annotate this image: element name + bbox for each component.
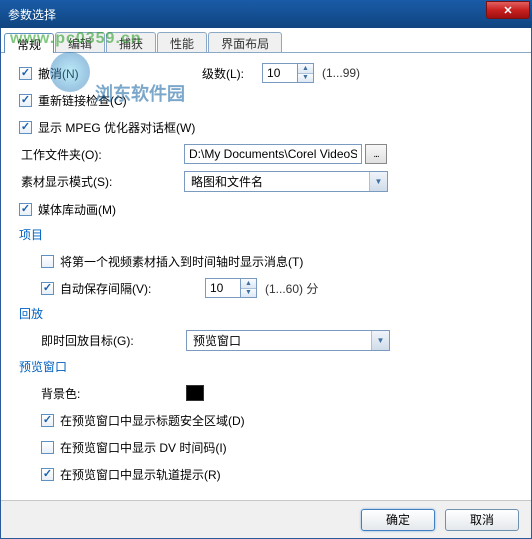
workfolder-label: 工作文件夹(O): xyxy=(19,146,184,163)
trackhint-checkbox[interactable] xyxy=(41,468,54,481)
workfolder-input[interactable] xyxy=(184,144,362,164)
safearea-label: 在预览窗口中显示标题安全区域(D) xyxy=(60,412,245,429)
relink-label: 重新链接检查(C) xyxy=(38,92,127,109)
playback-target-label: 即时回放目标(G): xyxy=(41,332,186,349)
undo-checkbox[interactable] xyxy=(19,67,32,80)
tab-general[interactable]: 常规 xyxy=(4,33,54,53)
trackhint-label: 在预览窗口中显示轨道提示(R) xyxy=(60,466,221,483)
spinner-up-icon[interactable]: ▲ xyxy=(298,64,313,74)
relink-checkbox[interactable] xyxy=(19,94,32,107)
tab-bar: 常规 编辑 捕获 性能 界面布局 xyxy=(1,28,531,53)
insertmsg-label: 将第一个视频素材插入到时间轴时显示消息(T) xyxy=(60,253,303,270)
displaymode-select[interactable]: 略图和文件名 ▼ xyxy=(184,171,388,192)
spinner-down-icon[interactable]: ▼ xyxy=(241,289,256,298)
ok-button[interactable]: 确定 xyxy=(361,509,435,531)
content-area: 撤消(N) 级数(L): 10 ▲ ▼ (1...99) 重新链接检查(C) 显… xyxy=(1,53,531,500)
browse-button[interactable]: ... xyxy=(365,144,387,164)
undo-label: 撤消(N) xyxy=(38,65,178,82)
titlebar: 参数选择 ✕ xyxy=(0,0,532,28)
displaymode-label: 素材显示模式(S): xyxy=(19,173,184,190)
tab-performance[interactable]: 性能 xyxy=(157,32,207,52)
autosave-checkbox[interactable] xyxy=(41,282,54,295)
levels-label: 级数(L): xyxy=(202,65,244,82)
safearea-checkbox[interactable] xyxy=(41,414,54,427)
playback-target-select[interactable]: 预览窗口 ▼ xyxy=(186,330,390,351)
mpeg-label: 显示 MPEG 优化器对话框(W) xyxy=(38,119,195,136)
dvtimecode-checkbox[interactable] xyxy=(41,441,54,454)
dvtimecode-label: 在预览窗口中显示 DV 时间码(I) xyxy=(60,439,227,456)
insertmsg-checkbox[interactable] xyxy=(41,255,54,268)
mpeg-checkbox[interactable] xyxy=(19,121,32,134)
project-header: 项目 xyxy=(19,226,513,243)
mediaanim-checkbox[interactable] xyxy=(19,203,32,216)
tab-layout[interactable]: 界面布局 xyxy=(208,32,282,52)
autosave-hint: (1...60) 分 xyxy=(265,280,318,297)
cancel-button[interactable]: 取消 xyxy=(445,509,519,531)
mediaanim-label: 媒体库动画(M) xyxy=(38,201,116,218)
levels-hint: (1...99) xyxy=(322,66,360,80)
playback-header: 回放 xyxy=(19,305,513,322)
autosave-spinner[interactable]: 10 ▲ ▼ xyxy=(205,278,257,298)
close-button[interactable]: ✕ xyxy=(486,1,530,19)
autosave-label: 自动保存间隔(V): xyxy=(60,280,205,297)
preview-header: 预览窗口 xyxy=(19,358,513,375)
footer: 确定 取消 xyxy=(1,500,531,538)
tab-edit[interactable]: 编辑 xyxy=(55,32,105,52)
levels-spinner[interactable]: 10 ▲ ▼ xyxy=(262,63,314,83)
spinner-down-icon[interactable]: ▼ xyxy=(298,74,313,83)
bgcolor-swatch[interactable] xyxy=(186,385,204,401)
tab-capture[interactable]: 捕获 xyxy=(106,32,156,52)
bgcolor-label: 背景色: xyxy=(41,385,186,402)
chevron-down-icon: ▼ xyxy=(369,172,387,191)
window-title: 参数选择 xyxy=(8,6,486,23)
close-icon: ✕ xyxy=(503,4,512,17)
chevron-down-icon: ▼ xyxy=(371,331,389,350)
spinner-up-icon[interactable]: ▲ xyxy=(241,279,256,289)
